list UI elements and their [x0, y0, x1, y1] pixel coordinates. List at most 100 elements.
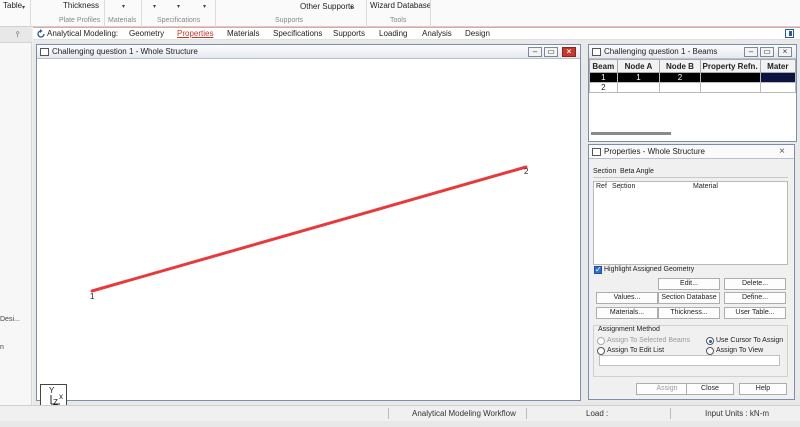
table-cell[interactable] [759, 72, 796, 83]
dock-panel-icon[interactable] [785, 29, 794, 38]
table-cell[interactable] [699, 72, 761, 83]
node-2-label: 2 [524, 167, 529, 176]
ribbon-divider [141, 0, 142, 27]
use-cursor-label: Use Cursor To Assign [716, 337, 784, 344]
table-menu[interactable]: Table [3, 1, 22, 10]
chevron-down-icon[interactable]: ▾ [203, 3, 206, 10]
close-button[interactable]: × [562, 47, 576, 57]
beam-1[interactable] [90, 165, 528, 293]
status-divider [388, 408, 389, 419]
table-icon [592, 48, 601, 56]
tab-geometry[interactable]: Geometry [129, 29, 164, 38]
table-row[interactable]: 1 1 2 [589, 72, 796, 83]
column-header[interactable]: Beam [589, 59, 618, 73]
define-button[interactable]: Define... [724, 292, 786, 304]
status-divider [670, 408, 671, 419]
table-cell[interactable]: 1 [616, 72, 661, 83]
chevron-down-icon[interactable]: ▾ [350, 4, 353, 11]
assign-edit-list-radio[interactable] [597, 347, 605, 355]
column-header[interactable]: Ref [596, 183, 607, 190]
ribbon-divider [104, 0, 105, 27]
window-icon [40, 48, 49, 56]
minimize-button[interactable]: – [744, 47, 758, 57]
left-panel-header: ⫯ [0, 27, 32, 43]
status-bar: Analytical Modeling Workflow Load : Inpu… [0, 405, 800, 421]
structure-window-titlebar[interactable]: Challenging question 1 - Whole Structure… [37, 45, 580, 59]
edit-button[interactable]: Edit... [658, 278, 720, 290]
thickness-button[interactable]: Thickness... [658, 307, 720, 319]
maximize-button[interactable]: ▭ [760, 47, 774, 57]
maximize-button[interactable]: ▭ [544, 47, 558, 57]
wizard-button[interactable]: Wizard [370, 1, 395, 10]
group-tools: Tools [390, 17, 407, 24]
ribbon-divider [30, 0, 31, 27]
close-icon[interactable]: × [779, 146, 785, 157]
assign-view-radio[interactable] [706, 347, 714, 355]
horizontal-scrollbar[interactable] [591, 132, 671, 135]
column-header[interactable]: Material [693, 183, 718, 190]
user-table-button[interactable]: User Table... [724, 307, 786, 319]
tab-loading[interactable]: Loading [379, 29, 407, 38]
chevron-down-icon[interactable]: ▾ [122, 3, 125, 10]
chevron-down-icon[interactable]: ▾ [22, 4, 25, 11]
table-cell[interactable] [659, 82, 701, 93]
minimize-button[interactable]: – [528, 47, 542, 57]
node-1-label: 1 [90, 292, 95, 301]
ribbon-divider [430, 0, 431, 27]
left-panel-item[interactable]: Desi... [0, 316, 20, 323]
column-header[interactable]: Node A [616, 59, 661, 73]
tab-specifications[interactable]: Specifications [273, 29, 322, 38]
close-button[interactable]: × [778, 47, 792, 57]
delete-button[interactable]: Delete... [724, 278, 786, 290]
beams-window: Challenging question 1 - Beams – ▭ × Bea… [588, 44, 797, 142]
workflow-status: Analytical Modeling Workflow [412, 409, 516, 418]
tab-section[interactable]: Section [593, 168, 616, 175]
tab-materials[interactable]: Materials [227, 29, 259, 38]
table-cell[interactable] [616, 82, 661, 93]
tab-supports[interactable]: Supports [333, 29, 365, 38]
pin-icon[interactable]: ⫯ [16, 30, 19, 40]
section-list[interactable]: Ref Section Material [593, 181, 788, 265]
chevron-down-icon[interactable]: ▾ [177, 3, 180, 10]
tab-beta-angle[interactable]: Beta Angle [620, 168, 654, 175]
assign-view-label: Assign To View [716, 347, 764, 354]
table-row[interactable]: 2 [589, 82, 796, 93]
properties-window: Properties - Whole Structure × Section B… [588, 144, 795, 400]
tab-divider [593, 177, 788, 178]
table-cell[interactable] [759, 82, 796, 93]
help-button[interactable]: Help [739, 383, 787, 395]
group-supports: Supports [275, 17, 304, 24]
beams-window-titlebar[interactable]: Challenging question 1 - Beams – ▭ × [589, 45, 796, 59]
database-button[interactable]: Database [397, 1, 431, 10]
load-status: Load : [586, 409, 609, 418]
table-cell[interactable]: 2 [659, 72, 701, 83]
other-supports-dropdown[interactable]: Other Supports [300, 2, 354, 11]
close-button[interactable]: Close [686, 383, 734, 395]
tab-design[interactable]: Design [465, 29, 490, 38]
table-cell[interactable]: 1 [589, 72, 618, 83]
modeling-label: Analytical Modeling: [47, 29, 119, 38]
thickness-button[interactable]: Thickness [63, 1, 99, 10]
group-specifications: Specifications [157, 17, 201, 24]
column-header[interactable]: Property Refn. [699, 59, 761, 73]
edit-list-input[interactable] [599, 355, 780, 366]
ribbon: Table ▾ Thickness Plate Profiles ▾ Mater… [0, 0, 800, 27]
use-cursor-radio[interactable] [706, 337, 714, 345]
section-database-button[interactable]: Section Database [658, 292, 720, 304]
assign-selected-radio[interactable] [597, 337, 605, 345]
structure-canvas[interactable]: 1 2 Y x Z [37, 59, 580, 411]
column-header[interactable]: Node B [659, 59, 701, 73]
structure-drawing: 1 2 [90, 165, 529, 301]
table-cell[interactable]: 2 [589, 82, 618, 93]
table-cell[interactable] [699, 82, 761, 93]
tab-properties[interactable]: Properties [177, 29, 213, 38]
highlight-checkbox[interactable] [594, 265, 602, 274]
left-panel-item[interactable]: n [0, 344, 4, 351]
tab-analysis[interactable]: Analysis [422, 29, 452, 38]
column-header[interactable]: Mater [759, 59, 796, 73]
chevron-down-icon[interactable]: ▾ [153, 3, 156, 10]
values-button[interactable]: Values... [596, 292, 658, 304]
materials-button[interactable]: Materials... [596, 307, 658, 319]
properties-window-titlebar[interactable]: Properties - Whole Structure × [589, 145, 794, 159]
column-header[interactable]: Section [612, 183, 635, 190]
